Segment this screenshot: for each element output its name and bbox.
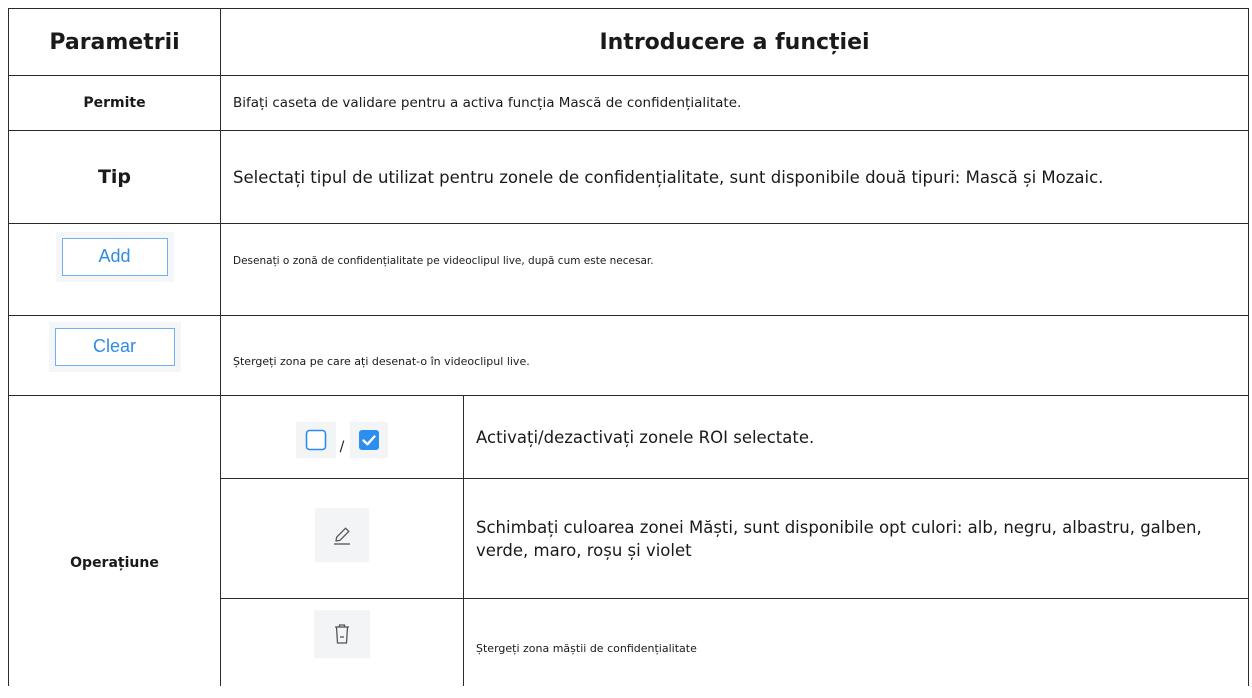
- desc-clear: Ștergeți zona pe care ați desenat-o în v…: [233, 355, 530, 368]
- trash-icon-cell: [221, 599, 463, 686]
- add-button-frame: Add: [55, 231, 174, 282]
- checkbox-unchecked-icon: [295, 422, 336, 458]
- add-button[interactable]: Add: [61, 237, 168, 276]
- desc-change-color: Schimbați culoarea zonei Măști, sunt dis…: [476, 517, 1202, 560]
- desc-add: Desenați o zonă de confidențialitate pe …: [233, 254, 654, 267]
- pencil-icon: [315, 507, 369, 562]
- desc-delete-mask: Ștergeți zona măștii de confidențialitat…: [476, 642, 697, 655]
- checkbox-checked-icon: [350, 422, 389, 458]
- trash-icon: [314, 609, 370, 658]
- checkbox-separator: /: [339, 439, 345, 455]
- function-table: Parametrii Introducere a funcției Permit…: [8, 8, 1249, 698]
- param-type: Tip: [97, 166, 132, 188]
- header-parameters: Parametrii: [49, 29, 180, 55]
- desc-type: Selectați tipul de utilizat pentru zonel…: [233, 167, 1104, 187]
- param-operation: Operațiune: [70, 555, 159, 571]
- pencil-icon-cell: [221, 479, 463, 598]
- clear-button-frame: Clear: [48, 321, 181, 372]
- param-add: Add: [9, 224, 220, 315]
- desc-enable: Bifați caseta de validare pentru a activ…: [233, 95, 742, 111]
- desc-toggle-roi: Activați/dezactivați zonele ROI selectat…: [476, 427, 815, 447]
- header-function-description: Introducere a funcției: [599, 29, 870, 55]
- param-enable: Permite: [83, 95, 146, 111]
- clear-button[interactable]: Clear: [54, 327, 175, 366]
- checkbox-icons-cell: /: [221, 396, 463, 478]
- param-clear: Clear: [9, 316, 220, 395]
